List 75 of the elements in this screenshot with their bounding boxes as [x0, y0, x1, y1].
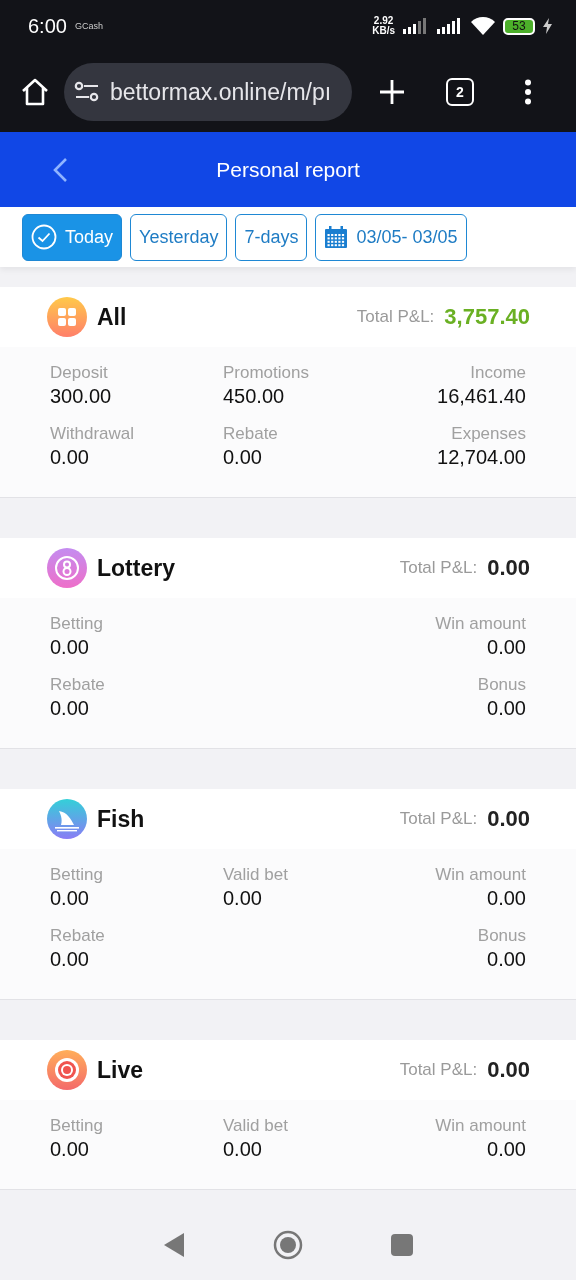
- signal-icon: [437, 18, 463, 34]
- stat-label: Betting: [50, 614, 103, 634]
- stat-label: Promotions: [223, 363, 309, 383]
- stat-label: Income: [470, 363, 526, 383]
- filter-tab[interactable]: 03/05- 03/05: [315, 213, 467, 261]
- back-icon[interactable]: [52, 157, 68, 183]
- total-label: Total P&L:: [399, 1060, 478, 1080]
- stat-value: 450.00: [223, 385, 285, 408]
- wifi-icon: [471, 17, 495, 35]
- check-icon: [31, 224, 57, 250]
- ball-icon: [47, 548, 87, 588]
- calendar-icon: [324, 225, 349, 249]
- stat-value: 0.00: [487, 948, 526, 971]
- stat-label: Rebate: [50, 675, 105, 695]
- stat-value: 0.00: [50, 697, 89, 720]
- stat-value: 0.00: [50, 446, 89, 469]
- network-speed: 2.92 KB/s: [372, 16, 395, 36]
- stat-value: 12,704.00: [437, 446, 526, 469]
- stat-label: Win amount: [435, 1116, 526, 1136]
- filter-tab[interactable]: Today: [22, 213, 123, 261]
- stat-label: Valid bet: [223, 865, 288, 885]
- total-label: Total P&L:: [356, 307, 435, 327]
- stat-value: 0.00: [50, 948, 89, 971]
- fin-icon: [47, 799, 87, 839]
- signal-icon: [403, 18, 429, 34]
- card-title: Fish: [97, 805, 145, 833]
- stat-label: Bonus: [477, 675, 526, 695]
- recents-icon[interactable]: [391, 1234, 413, 1256]
- stat-label: Rebate: [223, 424, 278, 444]
- stat-value: 0.00: [223, 1138, 262, 1161]
- stat-label: Win amount: [435, 614, 526, 634]
- stat-value: 0.00: [50, 1138, 89, 1161]
- stat-label: Valid bet: [223, 1116, 288, 1136]
- filter-tab[interactable]: 7-days: [235, 213, 308, 261]
- stat-value: 0.00: [50, 636, 89, 659]
- charging-icon: [543, 18, 552, 34]
- total-value: 0.00: [487, 1057, 530, 1083]
- stat-value: 0.00: [223, 887, 262, 910]
- stat-value: 0.00: [50, 887, 89, 910]
- total-value: 3,757.40: [444, 304, 530, 330]
- more-icon[interactable]: [524, 79, 532, 105]
- total-value: 0.00: [487, 555, 530, 581]
- stat-label: Bonus: [477, 926, 526, 946]
- card-title: Live: [97, 1056, 144, 1084]
- page-title: Personal report: [216, 157, 360, 182]
- grid-icon: [47, 297, 87, 337]
- total-value: 0.00: [487, 806, 530, 832]
- address-bar[interactable]: bettormax.online/m/pı: [64, 63, 352, 121]
- battery-icon: 53: [503, 17, 535, 35]
- stat-label: Expenses: [451, 424, 526, 444]
- card-title: Lottery: [97, 554, 175, 582]
- chip-icon: [47, 1050, 87, 1090]
- stat-value: 300.00: [50, 385, 112, 408]
- card-title: All: [97, 303, 127, 331]
- stat-label: Deposit: [50, 363, 108, 383]
- stat-label: Withdrawal: [50, 424, 135, 444]
- notification-label: GCash: [74, 21, 103, 31]
- stat-label: Rebate: [50, 926, 105, 946]
- stat-value: 0.00: [223, 446, 262, 469]
- stat-label: Win amount: [435, 865, 526, 885]
- stat-value: 0.00: [487, 887, 526, 910]
- stat-value: 0.00: [487, 636, 526, 659]
- stat-value: 0.00: [487, 697, 526, 720]
- tabs-button[interactable]: 2: [446, 78, 474, 106]
- clock: 6:00: [28, 14, 67, 38]
- plus-icon[interactable]: [378, 78, 406, 106]
- total-label: Total P&L:: [399, 809, 478, 829]
- tune-icon[interactable]: [74, 81, 100, 103]
- filter-tab[interactable]: Yesterday: [130, 213, 228, 261]
- total-label: Total P&L:: [399, 558, 478, 578]
- stat-label: Betting: [50, 865, 103, 885]
- stat-label: Betting: [50, 1116, 103, 1136]
- back-icon[interactable]: [163, 1232, 185, 1258]
- stat-value: 16,461.40: [437, 385, 526, 408]
- stat-value: 0.00: [487, 1138, 526, 1161]
